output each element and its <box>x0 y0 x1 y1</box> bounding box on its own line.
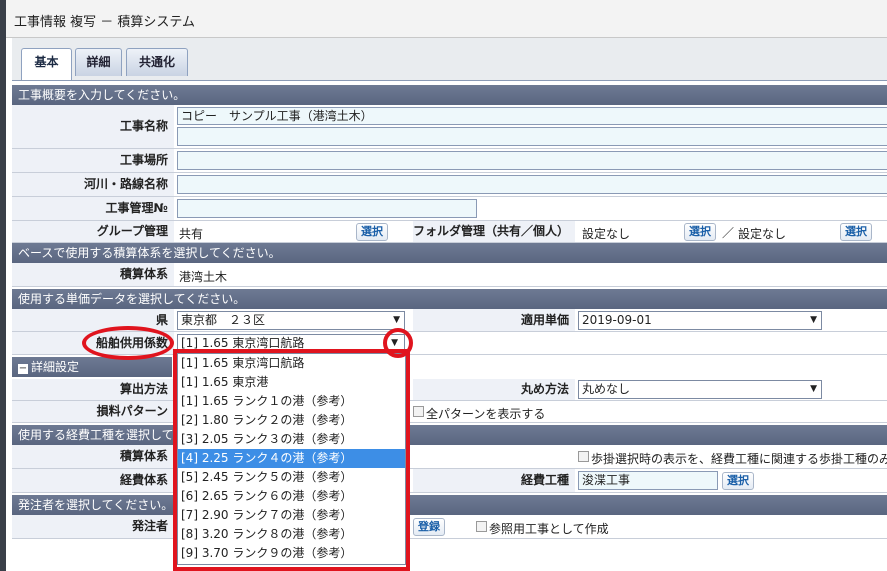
row-client: 発注者 登録 参照用工事として作成 <box>12 515 887 539</box>
prefecture-select[interactable]: 東京都 ２３区 ▼ <box>177 311 405 330</box>
collapse-icon[interactable]: − <box>18 364 28 374</box>
section-header-expense: 使用する経費工種を選択して <box>12 425 887 445</box>
loss-pattern-label: 損料パターン <box>12 401 174 422</box>
rounding-select[interactable]: 丸めなし ▼ <box>578 380 822 399</box>
group-select-button[interactable]: 選択 <box>356 223 388 241</box>
tab-detail[interactable]: 詳細 <box>75 48 122 76</box>
filter-steps-label: 歩掛選択時の表示を、経費工種に関連する歩掛工種のみ <box>591 452 887 466</box>
expense-type-select-button[interactable]: 選択 <box>722 472 754 490</box>
rounding-select-value: 丸めなし <box>582 382 631 396</box>
estimation-system-value: 港湾土木 <box>179 270 228 284</box>
reference-project-checkbox[interactable] <box>476 521 487 532</box>
project-name-input-line2[interactable] <box>177 127 887 146</box>
show-all-patterns-label: 全パターンを表示する <box>426 407 546 421</box>
tab-basic[interactable]: 基本 <box>21 48 72 80</box>
river-route-input[interactable] <box>177 175 887 194</box>
rounding-label: 丸め方法 <box>413 379 575 400</box>
show-all-patterns-checkbox[interactable] <box>413 406 424 417</box>
river-route-label: 河川・路線名称 <box>12 173 174 196</box>
row-expense-class: 経費体系 経費工種 浚渫工事 選択 <box>12 469 887 493</box>
chevron-down-icon: ▼ <box>810 384 817 394</box>
title-bar: 工事情報 複写 － 積算システム <box>6 0 887 38</box>
section-header-client: 発注者を選択してください。 <box>12 495 887 515</box>
project-name-label: 工事名称 <box>12 105 174 148</box>
client-label: 発注者 <box>12 515 174 538</box>
chevron-down-icon: ▼ <box>810 315 817 325</box>
detail-section-title: 詳細設定 <box>31 360 80 374</box>
project-no-input[interactable] <box>177 199 477 218</box>
client-register-button[interactable]: 登録 <box>413 518 445 536</box>
folder-value-shared: 設定なし <box>582 227 631 241</box>
group-value: 共有 <box>179 227 204 241</box>
location-input[interactable] <box>177 151 887 170</box>
tab-strip: 基本 詳細 共通化 <box>12 38 887 80</box>
folder-separator: ／ <box>722 226 735 240</box>
project-no-label: 工事管理№ <box>12 197 174 220</box>
row-estimation-system: 積算体系 港湾土木 <box>12 263 887 287</box>
window-title: 工事情報 複写 － 積算システム <box>14 15 196 30</box>
section-header-overview: 工事概要を入力してください。 <box>12 85 887 105</box>
section-header-base-system: ベースで使用する積算体系を選択してください。 <box>12 243 887 263</box>
form-area: 工事概要を入力してください。 工事名称 コピー サンプル工事（港湾土木） 工事場… <box>12 80 887 571</box>
row-expense-system: 積算体系 歩掛選択時の表示を、経費工種に関連する歩掛工種のみ <box>12 445 887 469</box>
row-project-no: 工事管理№ <box>12 197 887 221</box>
apply-price-label: 適用単価 <box>413 309 575 331</box>
annotation-box-dropdown <box>173 349 410 571</box>
section-header-unit-price: 使用する単価データを選択してください。 <box>12 289 887 309</box>
expense-class-label: 経費体系 <box>12 469 174 492</box>
row-group-folder: グループ管理 共有 選択 フォルダ管理（共有／個人） 設定なし 選択 ／ 設定な… <box>12 221 887 243</box>
apply-price-select[interactable]: 2019-09-01 ▼ <box>578 311 822 330</box>
folder-select-button-personal[interactable]: 選択 <box>840 223 872 241</box>
row-river-route: 河川・路線名称 <box>12 173 887 197</box>
prefecture-select-value: 東京都 ２３区 <box>181 313 266 327</box>
ship-coeff-select-value: [1] 1.65 東京湾口航路 <box>181 336 305 350</box>
row-loss-pattern: 損料パターン 全パターンを表示する <box>12 401 887 423</box>
row-project-name: 工事名称 コピー サンプル工事（港湾土木） <box>12 105 887 149</box>
group-label: グループ管理 <box>12 221 174 242</box>
chevron-down-icon: ▼ <box>393 315 400 325</box>
estimation-system-label: 積算体系 <box>12 263 174 286</box>
filter-steps-checkbox[interactable] <box>578 451 589 462</box>
section-header-detail[interactable]: − 詳細設定 <box>12 357 172 377</box>
folder-value-personal: 設定なし <box>738 227 787 241</box>
folder-select-button-shared[interactable]: 選択 <box>684 223 716 241</box>
reference-project-label: 参照用工事として作成 <box>489 522 609 536</box>
location-label: 工事場所 <box>12 149 174 172</box>
row-calc-method: 算出方法 丸め方法 丸めなし ▼ <box>12 379 887 401</box>
project-name-input[interactable]: コピー サンプル工事（港湾土木） <box>177 107 887 125</box>
expense-type-input[interactable]: 浚渫工事 <box>578 471 718 490</box>
expense-type-label: 経費工種 <box>413 469 575 492</box>
row-location: 工事場所 <box>12 149 887 173</box>
folder-label: フォルダ管理（共有／個人） <box>413 221 575 242</box>
expense-system-label: 積算体系 <box>12 445 174 468</box>
tab-common[interactable]: 共通化 <box>126 48 188 76</box>
annotation-ellipse-label <box>82 326 174 360</box>
calc-method-label: 算出方法 <box>12 379 174 400</box>
app-window: 工事情報 複写 － 積算システム 基本 詳細 共通化 工事概要を入力してください… <box>0 0 887 571</box>
apply-price-select-value: 2019-09-01 <box>582 313 652 327</box>
